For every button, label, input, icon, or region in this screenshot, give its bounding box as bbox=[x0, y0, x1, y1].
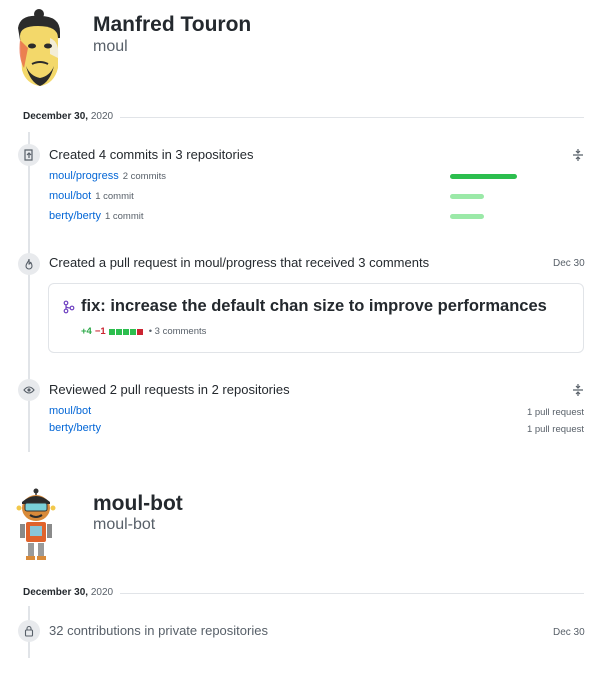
event-date: Dec 30 bbox=[553, 627, 585, 638]
date-year: 2020 bbox=[90, 111, 114, 122]
comments-count: • 3 comments bbox=[148, 326, 207, 337]
lock-icon bbox=[18, 620, 40, 642]
commit-repo-row: berty/berty 1 commit bbox=[49, 210, 144, 222]
repo-link[interactable]: moul/progress bbox=[49, 170, 119, 182]
review-repo-link[interactable]: moul/bot bbox=[49, 405, 91, 417]
repo-push-icon bbox=[18, 144, 40, 166]
event-title-pull-request: Created a pull request in moul/progress … bbox=[49, 255, 430, 270]
profile-name: Manfred Touron bbox=[93, 13, 252, 36]
date-divider bbox=[120, 593, 584, 594]
commit-bar bbox=[450, 214, 484, 219]
date-heading: December 30, 2020 bbox=[23, 111, 113, 122]
avatar[interactable] bbox=[10, 8, 74, 88]
eye-icon bbox=[18, 379, 40, 401]
review-count: 1 pull request bbox=[526, 407, 584, 418]
commit-count: 1 commit bbox=[95, 191, 134, 202]
fold-icon[interactable] bbox=[571, 383, 585, 397]
diffstat-block bbox=[122, 328, 129, 335]
commit-count: 1 commit bbox=[104, 211, 144, 222]
diffstat bbox=[108, 328, 144, 335]
repo-link[interactable]: moul/bot bbox=[49, 190, 91, 202]
event-title-private: 32 contributions in private repositories bbox=[49, 623, 268, 638]
date-year: 2020 bbox=[90, 587, 114, 598]
profile-login: moul bbox=[93, 38, 128, 55]
pull-request-card: fix: increase the default chan size to i… bbox=[48, 283, 584, 353]
diffstat-block bbox=[108, 328, 115, 335]
profile-name: moul-bot bbox=[93, 492, 183, 515]
flame-icon bbox=[18, 253, 40, 275]
diffstat-block bbox=[129, 328, 136, 335]
diffstat-block bbox=[136, 328, 143, 335]
pull-request-meta: +4 −1 • 3 comments bbox=[81, 326, 206, 337]
event-title-reviews: Reviewed 2 pull requests in 2 repositori… bbox=[49, 382, 290, 397]
repo-link[interactable]: berty/berty bbox=[49, 210, 101, 222]
diffstat-block bbox=[115, 328, 122, 335]
date-heading: December 30, 2020 bbox=[23, 587, 113, 598]
commit-bar bbox=[450, 174, 517, 179]
pull-request-title[interactable]: fix: increase the default chan size to i… bbox=[81, 297, 547, 316]
review-repo-link[interactable]: berty/berty bbox=[49, 422, 101, 434]
commit-bar bbox=[450, 194, 484, 199]
commit-repo-row: moul/bot 1 commit bbox=[49, 190, 134, 202]
pull-request-icon bbox=[63, 300, 75, 319]
avatar[interactable] bbox=[12, 488, 60, 562]
date-divider bbox=[120, 117, 584, 118]
deletions: −1 bbox=[94, 326, 106, 337]
date-day: December 30, bbox=[23, 111, 89, 122]
event-title-commits: Created 4 commits in 3 repositories bbox=[49, 147, 254, 162]
fold-icon[interactable] bbox=[571, 148, 585, 162]
commit-count: 2 commits bbox=[122, 171, 166, 182]
additions: +4 bbox=[81, 326, 92, 337]
event-date: Dec 30 bbox=[553, 258, 585, 269]
timeline-line bbox=[28, 132, 30, 452]
commit-repo-row: moul/progress 2 commits bbox=[49, 170, 166, 182]
date-day: December 30, bbox=[23, 587, 89, 598]
review-count: 1 pull request bbox=[526, 424, 584, 435]
profile-login: moul-bot bbox=[93, 516, 156, 533]
